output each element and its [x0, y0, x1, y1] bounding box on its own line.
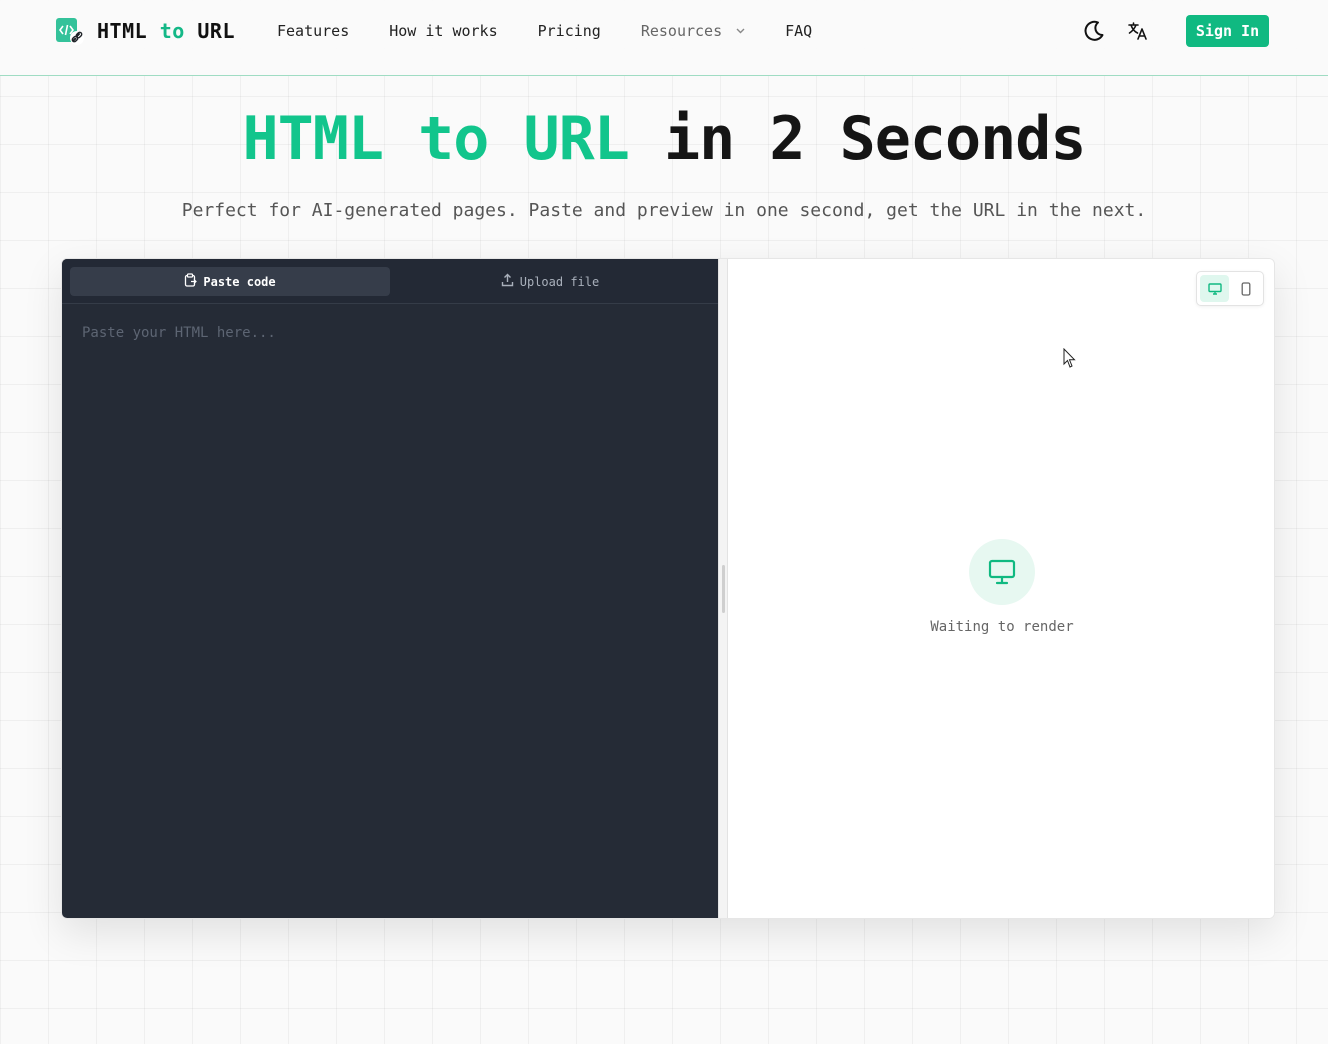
- nav-resources[interactable]: Resources: [641, 22, 745, 40]
- preview-panel: Waiting to render: [728, 259, 1274, 918]
- clipboard-icon: [184, 273, 198, 290]
- nav-how-it-works[interactable]: How it works: [389, 22, 497, 40]
- mobile-icon[interactable]: [1231, 275, 1260, 302]
- hero-title: HTML to URL in 2 Seconds: [0, 104, 1328, 174]
- chevron-down-icon: [736, 26, 745, 37]
- hero-title-rest: in 2 Seconds: [628, 104, 1086, 174]
- waiting-message: Waiting to render: [930, 619, 1074, 635]
- tab-upload-file-label: Upload file: [519, 274, 600, 289]
- sign-in-button[interactable]: Sign In: [1186, 15, 1269, 47]
- nav-resources-label: Resources: [640, 22, 723, 40]
- empty-preview-state: Waiting to render: [902, 539, 1102, 635]
- mouse-cursor-icon: [1063, 347, 1077, 370]
- brand-name-url: URL: [197, 19, 235, 43]
- brand-name-to: to: [159, 19, 185, 43]
- upload-icon: [501, 273, 514, 290]
- monitor-icon: [969, 539, 1035, 605]
- moon-icon[interactable]: [1081, 18, 1107, 44]
- brand-name-html: HTML: [97, 19, 148, 43]
- logo-code-link-icon: [55, 16, 85, 46]
- hero-subtitle: Perfect for AI-generated pages. Paste an…: [181, 200, 1147, 221]
- brand-name: HTML to URL: [97, 19, 235, 43]
- main-nav: Features How it works Pricing Resources …: [277, 22, 812, 40]
- html-code-input[interactable]: [74, 317, 704, 897]
- brand-logo[interactable]: HTML to URL: [55, 16, 235, 46]
- panel-resize-handle[interactable]: [718, 259, 728, 918]
- editor-workspace: Paste code Upload file Paste your HTML h…: [61, 258, 1275, 919]
- nav-pricing[interactable]: Pricing: [538, 22, 601, 40]
- nav-features[interactable]: Features: [277, 22, 349, 40]
- tab-paste-code-label: Paste code: [203, 274, 276, 289]
- desktop-icon[interactable]: [1200, 275, 1229, 302]
- hero-title-highlight: HTML to URL: [242, 104, 630, 174]
- editor-tabs: Paste code Upload file: [62, 259, 718, 304]
- site-header: HTML to URL Features How it works Pricin…: [0, 0, 1328, 76]
- nav-faq[interactable]: FAQ: [785, 22, 812, 40]
- tab-paste-code[interactable]: Paste code: [70, 267, 390, 296]
- code-editor-panel: Paste code Upload file: [62, 259, 718, 918]
- device-mode-toggle: [1196, 271, 1264, 306]
- resize-grip: [722, 565, 725, 613]
- translate-icon[interactable]: [1127, 20, 1149, 42]
- tab-upload-file[interactable]: Upload file: [390, 267, 710, 296]
